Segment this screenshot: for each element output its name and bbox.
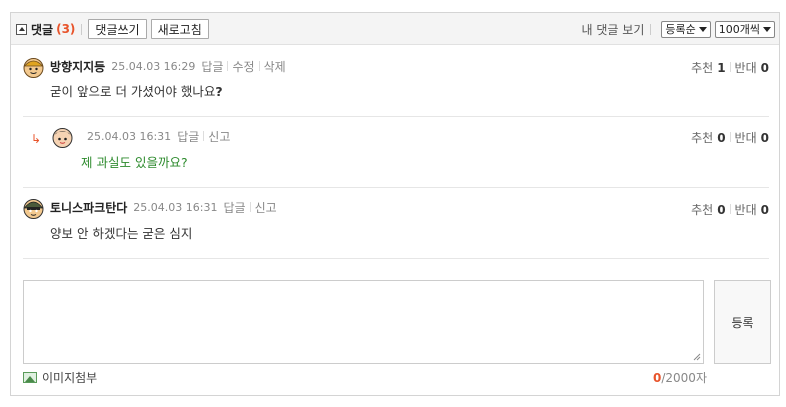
downvote-button[interactable]: 반대 0: [735, 201, 769, 218]
divider: [81, 23, 83, 35]
upvote-label: 추천: [691, 130, 714, 145]
my-comments-link[interactable]: 내 댓글 보기: [582, 21, 645, 38]
comment-date: 25.04.03 16:29: [111, 59, 196, 73]
divider: [729, 204, 731, 214]
image-icon: [23, 372, 37, 383]
user-avatar-icon: [23, 199, 44, 219]
user-avatar-icon: [52, 128, 73, 148]
image-attach-label: 이미지첨부: [42, 371, 98, 385]
per-page-select-value: 100개씩: [718, 23, 760, 36]
upvote-count: 0: [717, 130, 726, 145]
comment-title: 댓글: [31, 22, 54, 37]
upvote-count: 1: [717, 60, 726, 75]
divider: [650, 23, 652, 35]
comment-text-suffix: ?: [215, 84, 223, 99]
downvote-label: 반대: [734, 202, 757, 217]
image-attach-button[interactable]: 이미지첨부: [23, 369, 97, 386]
comment-divider: [23, 258, 769, 259]
char-max: /2000자: [661, 371, 707, 385]
comment-date: 25.04.03 16:31: [133, 200, 218, 214]
downvote-button[interactable]: 반대 0: [735, 59, 769, 76]
comment-count: (3): [56, 22, 76, 36]
reply-link[interactable]: 답글: [177, 128, 199, 145]
per-page-select[interactable]: 100개씩: [714, 20, 775, 38]
downvote-count: 0: [760, 202, 769, 217]
divider: [258, 61, 260, 71]
downvote-button[interactable]: 반대 0: [735, 129, 769, 146]
reply-link[interactable]: 답글: [223, 199, 245, 216]
upvote-button[interactable]: 추천 0: [691, 129, 725, 146]
comment-text-main: 굳이 앞으로 더 가셨어야 했나요: [50, 84, 216, 99]
write-comment-button[interactable]: 댓글쓰기: [88, 19, 147, 39]
char-counter: 0/2000자: [653, 369, 707, 386]
report-link[interactable]: 신고: [208, 128, 230, 145]
comment-text: 제 과실도 있을까요?: [81, 155, 188, 170]
comment-textarea[interactable]: [23, 280, 704, 364]
divider: [203, 131, 205, 141]
downvote-label: 반대: [734, 130, 757, 145]
resize-handle-icon[interactable]: [693, 353, 701, 361]
comment-author[interactable]: 토니스파크탄다: [50, 199, 127, 216]
collapse-toggle-icon[interactable]: [16, 23, 27, 35]
reply-link[interactable]: 답글: [201, 58, 223, 75]
divider: [227, 61, 229, 71]
upvote-button[interactable]: 추천 1: [691, 59, 725, 76]
refresh-button[interactable]: 새로고침: [150, 19, 209, 39]
delete-link[interactable]: 삭제: [264, 58, 286, 75]
downvote-label: 반대: [734, 60, 757, 75]
comment-divider: [23, 116, 769, 117]
comment-text: 굳이 앞으로 더 가셨어야 했나요?: [50, 81, 223, 100]
comment-text: 양보 안 하겠다는 굳은 심지: [50, 226, 193, 241]
upvote-count: 0: [717, 202, 726, 217]
divider: [729, 132, 731, 142]
comment-header: 댓글 (3) 댓글쓰기 새로고침 내 댓글 보기 등록순 100개씩: [11, 13, 779, 45]
divider: [249, 202, 251, 212]
downvote-count: 0: [760, 60, 769, 75]
comment-section: 댓글 (3) 댓글쓰기 새로고침 내 댓글 보기 등록순 100개씩 방향지지등…: [10, 12, 780, 396]
comment-divider: [23, 187, 769, 188]
upvote-button[interactable]: 추천 0: [691, 201, 725, 218]
edit-link[interactable]: 수정: [232, 58, 254, 75]
upvote-label: 추천: [691, 202, 714, 217]
report-link[interactable]: 신고: [255, 199, 277, 216]
chevron-down-icon: [698, 26, 707, 32]
sort-select-value: 등록순: [665, 23, 696, 36]
divider: [729, 62, 731, 72]
comment-date: 25.04.03 16:31: [87, 129, 172, 143]
comment-author[interactable]: 방향지지등: [50, 58, 105, 75]
chevron-down-icon: [763, 26, 771, 32]
user-avatar-icon: [23, 58, 44, 78]
submit-comment-button[interactable]: 등록: [714, 280, 771, 364]
downvote-count: 0: [760, 130, 769, 145]
reply-arrow-icon: ↳: [31, 132, 42, 146]
upvote-label: 추천: [691, 60, 714, 75]
sort-select[interactable]: 등록순: [661, 20, 711, 38]
